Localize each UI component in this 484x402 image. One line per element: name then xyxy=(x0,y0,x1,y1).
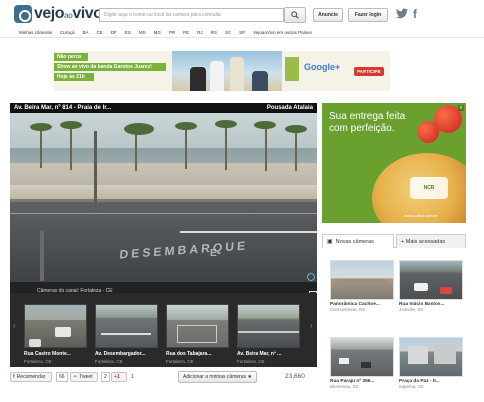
nav-item[interactable]: RS xyxy=(211,30,217,35)
banner-flyer xyxy=(285,57,299,81)
ad-headline: Sua entrega feita com perfeição. xyxy=(329,111,406,134)
ad-banner[interactable]: Não perca Show ao vivo da banda Garotos … xyxy=(54,51,390,91)
chevron-left-icon[interactable]: ‹ xyxy=(13,321,16,330)
recommend-count: 66 xyxy=(56,372,68,382)
logo-text: vejoaovivo xyxy=(34,5,103,22)
twitter-icon[interactable] xyxy=(396,8,408,20)
video-player[interactable]: Av. Beira Mar, nº 814 - Praia de Ir... P… xyxy=(10,103,317,367)
camera-city: Cachoeirinha, RS xyxy=(330,307,366,312)
nav-item[interactable]: Curaçá xyxy=(60,30,75,35)
google-plus-logo: Google+ xyxy=(304,62,341,72)
nav-item[interactable]: BA xyxy=(83,30,89,35)
thumbnail-city: Fortaleza, CE xyxy=(24,359,52,364)
nav-item[interactable]: SC xyxy=(225,30,231,35)
close-icon[interactable]: x xyxy=(458,105,464,111)
facebook-icon: f xyxy=(13,374,15,380)
thumbnail-title[interactable]: Rua dos Tabajara... xyxy=(166,351,211,357)
thumbnail-city: Fortaleza, CE xyxy=(166,359,194,364)
logo[interactable]: vejoaovivo xyxy=(14,4,103,24)
facebook-recommend-button[interactable]: f Recomendar xyxy=(10,372,52,382)
nav-item[interactable]: MG xyxy=(154,30,161,35)
participate-button[interactable]: PARTICIPE xyxy=(354,67,384,76)
camera-city: Itapema, SC xyxy=(399,384,425,389)
camera-tabs: ▣ Novas câmeras + Mais acessadas xyxy=(322,234,466,248)
nav-item[interactable]: MS xyxy=(139,30,146,35)
thumbnail-title[interactable]: Rua Castro Monte... xyxy=(24,351,71,357)
social-bar: f Recomendar 66 ✦ Tweet 2 +1 1 Adicionar… xyxy=(10,371,317,384)
camera-icon: ▣ xyxy=(327,239,333,245)
nav-item[interactable]: PE xyxy=(183,30,189,35)
camera-city: Joinville, SC xyxy=(399,307,424,312)
nav-item[interactable]: CE xyxy=(97,30,103,35)
banner-line: Não perca xyxy=(54,53,88,61)
banner-line: Show ao vivo da banda Garotos Juarez! xyxy=(54,63,166,71)
banner-line: Hoje às 21h xyxy=(54,73,94,81)
camera-card[interactable]: Rua Paraju nº 356... Blumenau, SC xyxy=(330,337,394,389)
thumbnail[interactable] xyxy=(24,304,87,348)
nav-item[interactable]: VejoaoVivo em outros Países xyxy=(253,30,312,35)
thumbnail-title[interactable]: Av. Beira Mar, nº ... xyxy=(237,351,281,357)
gplus-count: 1 xyxy=(129,372,136,382)
banner-photo xyxy=(172,51,282,91)
thumbnail-city: Fortaleza, CE xyxy=(95,359,123,364)
camera-thumbnail[interactable] xyxy=(330,260,394,300)
camera-city: Blumenau, SC xyxy=(330,384,360,389)
sidebar-ad[interactable]: Sua entrega feita com perfeição. NCR www… xyxy=(322,103,466,223)
camera-card[interactable]: Panorâmica Cachoe... Cachoeirinha, RS xyxy=(330,260,394,312)
nav-item[interactable]: DF xyxy=(111,30,117,35)
nav-item[interactable]: ES xyxy=(125,30,131,35)
search-button[interactable] xyxy=(284,7,306,23)
tab-new-cameras[interactable]: ▣ Novas câmeras xyxy=(322,234,394,248)
thumbnail-title[interactable]: Av. Desembargador... xyxy=(95,351,146,357)
view-count: 23,660 xyxy=(285,373,305,380)
facebook-icon[interactable]: f xyxy=(413,7,422,21)
twitter-icon: ✦ xyxy=(73,374,78,380)
thumbnail-city: Fortaleza, CE xyxy=(237,359,265,364)
live-icon xyxy=(307,273,315,281)
banner-text: Não perca Show ao vivo da banda Garotos … xyxy=(54,53,169,83)
camera-thumbnail[interactable] xyxy=(399,337,463,377)
thumbnail[interactable] xyxy=(95,304,158,348)
camera-card[interactable]: Praça da Paz - It... Itapema, SC xyxy=(399,337,463,389)
nav-divider xyxy=(0,37,484,38)
camera-thumbnail[interactable] xyxy=(330,337,394,377)
tweet-count: 2 xyxy=(101,372,110,382)
chevron-right-icon[interactable]: › xyxy=(310,321,313,330)
camera-title: Av. Beira Mar, nº 814 - Praia de Ir... xyxy=(14,105,112,111)
player-titlebar: Av. Beira Mar, nº 814 - Praia de Ir... P… xyxy=(10,103,317,113)
region-nav: Minhas câmeras Curaçá BA CE DF ES MS MG … xyxy=(0,27,484,37)
header: vejoaovivo Digite aqui o nome ou local d… xyxy=(0,0,484,27)
add-to-my-cameras-button[interactable]: Adicionar a minhas câmeras ★ xyxy=(178,371,257,383)
logo-icon xyxy=(14,5,32,23)
camera-thumbnail[interactable] xyxy=(399,260,463,300)
google-plus-button[interactable]: +1 xyxy=(111,372,127,382)
road-marking-letter: E xyxy=(210,248,217,259)
tweet-button[interactable]: ✦ Tweet xyxy=(70,372,98,382)
search-icon xyxy=(291,11,299,19)
ad-url: www.colibri.com.br xyxy=(404,213,438,218)
nav-item[interactable]: SP xyxy=(239,30,245,35)
thumbnail[interactable] xyxy=(237,304,300,348)
search-input[interactable]: Digite aqui o nome ou local da camera pa… xyxy=(99,8,284,22)
channel-thumbnails: ‹ › Rua Castro Monte... Fortaleza, CE Av… xyxy=(10,293,317,367)
tab-most-viewed[interactable]: + Mais acessadas xyxy=(396,234,466,248)
thumbnail[interactable] xyxy=(166,304,229,348)
nav-item[interactable]: PR xyxy=(169,30,175,35)
camera-card[interactable]: Rua Inácio Bastos... Joinville, SC xyxy=(399,260,463,312)
ncr-logo: NCR xyxy=(410,177,448,199)
nav-item[interactable]: Minhas câmeras xyxy=(19,30,52,35)
camera-source[interactable]: Pousada Atalaia xyxy=(267,105,313,111)
login-button[interactable]: Fazer login xyxy=(348,8,388,22)
advertise-button[interactable]: Anuncie xyxy=(313,8,343,22)
nav-item[interactable]: RJ xyxy=(197,30,203,35)
